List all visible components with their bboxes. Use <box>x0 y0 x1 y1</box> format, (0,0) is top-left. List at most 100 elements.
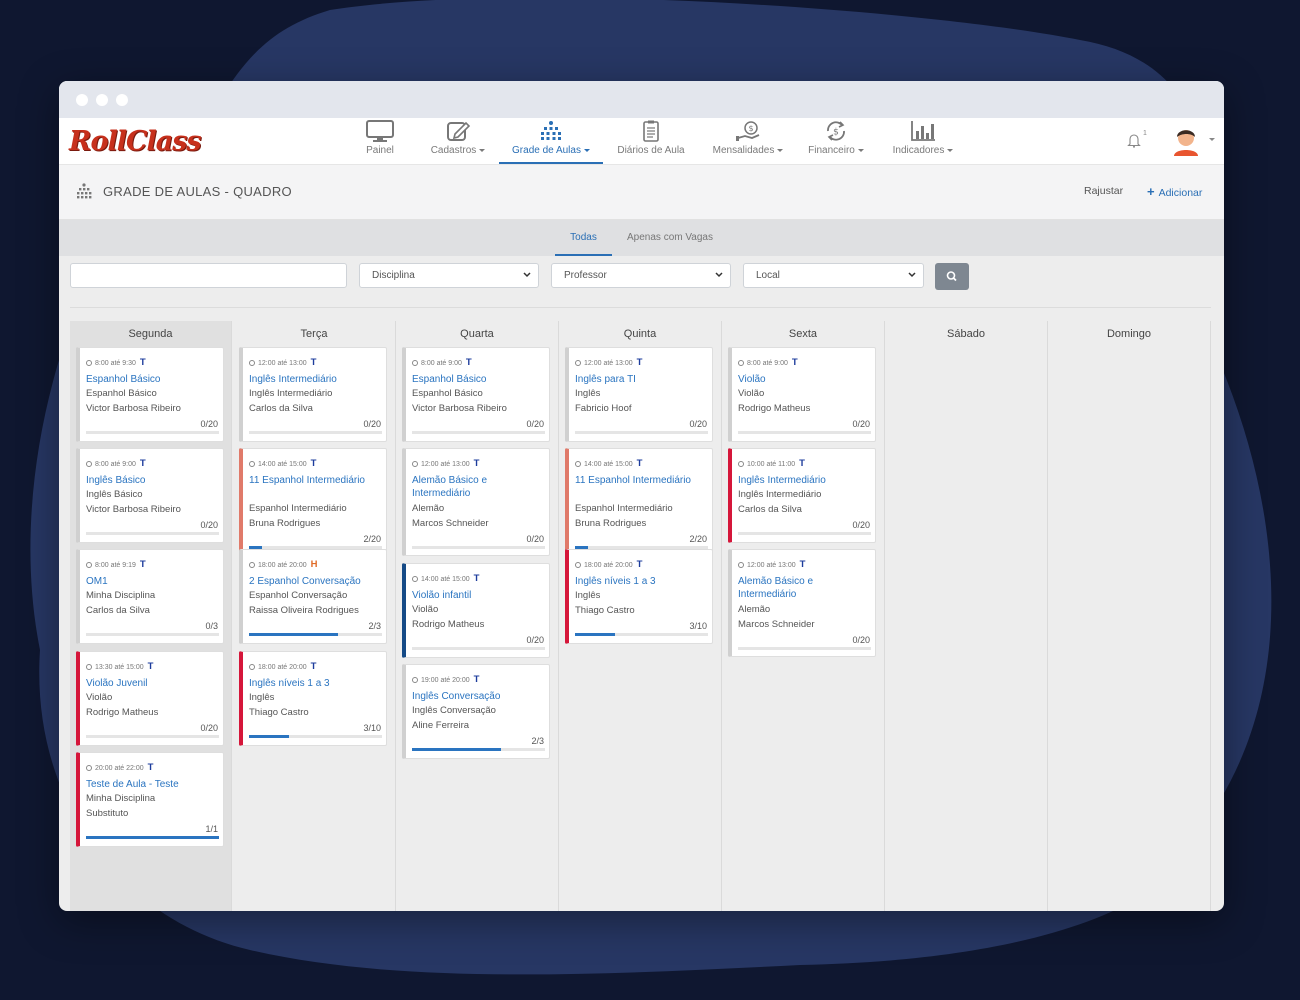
class-teacher: Raissa Oliveira Rodrigues <box>249 605 359 616</box>
search-button[interactable] <box>935 263 969 290</box>
user-avatar[interactable] <box>1171 124 1201 156</box>
enrollment-progress <box>86 633 219 636</box>
class-title[interactable]: Violão Juvenil <box>86 677 222 690</box>
clock-icon <box>575 360 581 366</box>
class-title[interactable]: Espanhol Básico <box>412 373 548 386</box>
class-teacher: Victor Barbosa Ribeiro <box>412 403 507 414</box>
enrollment-count: 2/3 <box>531 736 544 746</box>
class-card[interactable]: 20:00 até 22:00 T Teste de Aula - Teste Min… <box>76 752 224 847</box>
class-title[interactable]: Inglês Conversação <box>412 690 548 703</box>
time-text: 14:00 até 15:00 <box>258 461 307 468</box>
enrollment-count: 0/20 <box>689 419 707 429</box>
class-grid-icon <box>541 121 561 140</box>
search-input[interactable] <box>70 263 347 288</box>
nav-indicadores[interactable]: Indicadores <box>887 120 959 164</box>
day-header: Quarta <box>460 328 494 340</box>
day-header: Terça <box>300 328 328 340</box>
window-dot[interactable] <box>76 94 88 106</box>
enrollment-progress <box>738 431 871 434</box>
chevron-down-icon <box>715 272 723 278</box>
nav-painel[interactable]: Painel <box>359 120 401 164</box>
day-column: Quarta 8:00 até 9:00 T Espanhol Básico Espan… <box>396 321 559 911</box>
nav-mensalidades[interactable]: $ Mensalidades <box>709 120 787 164</box>
class-card[interactable]: 12:00 até 13:00 T Inglês para TI Inglês Fabr… <box>565 347 713 442</box>
class-time: 8:00 até 9:30 T <box>86 357 146 368</box>
class-title[interactable]: Inglês Intermediário <box>738 474 874 487</box>
class-card[interactable]: 10:00 até 11:00 T Inglês Intermediário Ingl… <box>728 448 876 543</box>
class-card[interactable]: 12:00 até 13:00 T Alemão Básico e Intermed… <box>728 549 876 657</box>
class-subject: Minha Disciplina <box>86 590 156 601</box>
class-title[interactable]: Inglês Intermediário <box>249 373 385 386</box>
professor-select[interactable]: Professor <box>551 263 731 288</box>
local-select[interactable]: Local <box>743 263 924 288</box>
reajustar-button[interactable]: Rajustar <box>1084 185 1123 197</box>
user-menu-caret[interactable] <box>1209 138 1215 141</box>
nav-diarios-de-aula[interactable]: Diários de Aula <box>613 120 689 164</box>
class-title[interactable]: Inglês níveis 1 a 3 <box>249 677 385 690</box>
class-time: 18:00 até 20:00 T <box>249 661 316 672</box>
modality-tag: T <box>636 458 643 469</box>
class-title[interactable]: Inglês para TI <box>575 373 711 386</box>
day-header: Quinta <box>623 328 657 340</box>
class-card[interactable]: 14:00 até 15:00 T 11 Espanhol Intermediári… <box>239 448 387 556</box>
professor-select-value: Professor <box>564 270 607 281</box>
nav-cadastros[interactable]: Cadastros <box>427 120 489 164</box>
dollar-arrows-icon: $ <box>827 121 845 141</box>
class-time: 8:00 até 9:00 T <box>738 357 798 368</box>
class-title[interactable]: Inglês níveis 1 a 3 <box>575 575 711 588</box>
class-card[interactable]: 8:00 até 9:00 T Espanhol Básico Espanhol Bá… <box>402 347 550 442</box>
class-title[interactable]: Teste de Aula - Teste <box>86 778 222 791</box>
class-title[interactable]: Alemão Básico e Intermediário <box>412 474 548 500</box>
window-dot[interactable] <box>96 94 108 106</box>
nav-financeiro[interactable]: $ Financeiro <box>805 120 867 164</box>
class-card[interactable]: 18:00 até 20:00 T Inglês níveis 1 a 3 Inglê… <box>239 651 387 746</box>
modality-tag: T <box>473 573 480 584</box>
class-teacher: Carlos da Silva <box>738 504 802 515</box>
class-title[interactable]: 11 Espanhol Intermediário <box>575 474 711 487</box>
enrollment-count: 0/20 <box>526 635 544 645</box>
class-title[interactable]: 11 Espanhol Intermediário <box>249 474 385 487</box>
tab-todas[interactable]: Todas <box>555 220 612 256</box>
class-card[interactable]: 14:00 até 15:00 T 11 Espanhol Intermediári… <box>565 448 713 556</box>
modality-tag: T <box>799 559 806 570</box>
class-time: 12:00 até 13:00 T <box>738 559 805 570</box>
window-dot[interactable] <box>116 94 128 106</box>
disciplina-select[interactable]: Disciplina <box>359 263 539 288</box>
adicionar-button[interactable]: + Adicionar <box>1147 184 1202 199</box>
app-logo[interactable]: RollClass <box>69 126 202 157</box>
bell-icon[interactable] <box>1127 133 1141 148</box>
class-title[interactable]: 2 Espanhol Conversação <box>249 575 385 588</box>
class-title[interactable]: Alemão Básico e Intermediário <box>738 575 874 601</box>
class-title[interactable]: OM1 <box>86 575 222 588</box>
class-card[interactable]: 8:00 até 9:19 T OM1 Minha Disciplina Carlos … <box>76 549 224 644</box>
class-card[interactable]: 13:30 até 15:00 T Violão Juvenil Violão Rodr… <box>76 651 224 746</box>
nav-label: Cadastros <box>427 145 489 156</box>
class-card[interactable]: 18:00 até 20:00 H 2 Espanhol Conversação Es… <box>239 549 387 644</box>
class-card[interactable]: 18:00 até 20:00 T Inglês níveis 1 a 3 Inglê… <box>565 549 713 644</box>
class-card[interactable]: 8:00 até 9:30 T Espanhol Básico Espanhol Bá… <box>76 347 224 442</box>
enrollment-progress <box>86 836 219 839</box>
nav-grade-de-aulas[interactable]: Grade de Aulas <box>499 120 603 164</box>
class-title[interactable]: Violão infantil <box>412 589 548 602</box>
clock-icon <box>412 461 418 467</box>
top-navbar: RollClass Painel Cadastros Grade de Aula… <box>59 118 1224 165</box>
time-text: 12:00 até 13:00 <box>747 562 796 569</box>
class-title[interactable]: Violão <box>738 373 874 386</box>
class-teacher: Victor Barbosa Ribeiro <box>86 504 181 515</box>
class-title[interactable]: Inglês Básico <box>86 474 222 487</box>
class-time: 12:00 até 13:00 T <box>412 458 479 469</box>
class-card[interactable]: 19:00 até 20:00 T Inglês Conversação Inglês… <box>402 664 550 759</box>
time-text: 10:00 até 11:00 <box>747 461 796 468</box>
class-title[interactable]: Espanhol Básico <box>86 373 222 386</box>
class-time: 14:00 até 15:00 T <box>249 458 316 469</box>
class-card[interactable]: 14:00 até 15:00 T Violão infantil Violão Rod… <box>402 563 550 658</box>
class-card[interactable]: 8:00 até 9:00 T Violão Violão Rodrigo Matheu… <box>728 347 876 442</box>
clock-icon <box>249 360 255 366</box>
clock-icon <box>412 576 418 582</box>
clock-icon <box>86 461 92 467</box>
tab-apenas-com-vagas[interactable]: Apenas com Vagas <box>625 220 715 254</box>
class-card[interactable]: 8:00 até 9:00 T Inglês Básico Inglês Básico… <box>76 448 224 543</box>
enrollment-count: 0/20 <box>526 534 544 544</box>
class-card[interactable]: 12:00 até 13:00 T Alemão Básico e Intermed… <box>402 448 550 556</box>
class-card[interactable]: 12:00 até 13:00 T Inglês Intermediário Ingl… <box>239 347 387 442</box>
